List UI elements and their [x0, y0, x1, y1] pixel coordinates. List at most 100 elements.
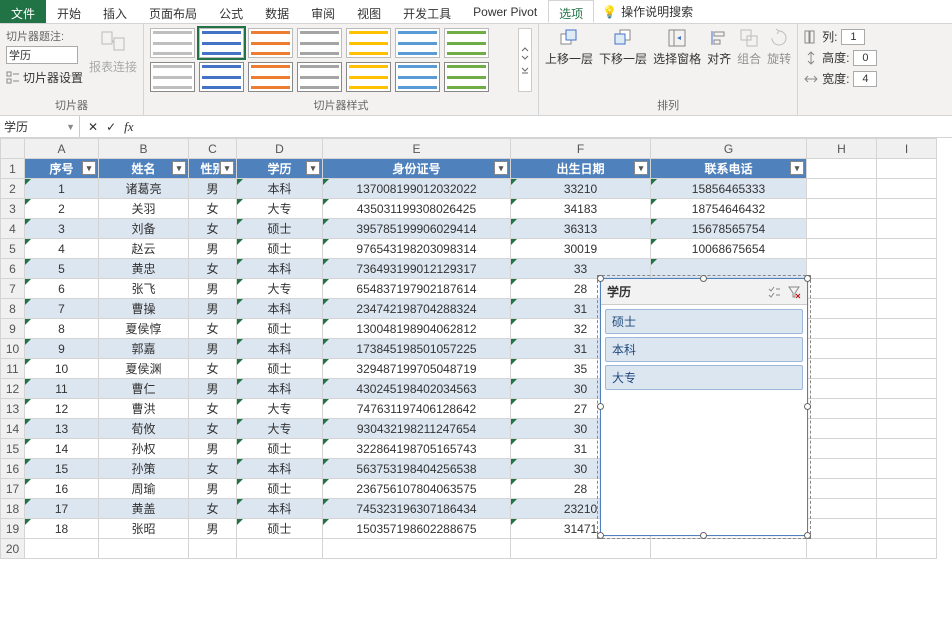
cell[interactable]: 13 — [25, 419, 99, 439]
cell[interactable] — [877, 459, 937, 479]
resize-handle[interactable] — [597, 275, 604, 282]
cell[interactable]: 654837197902187614 — [323, 279, 511, 299]
table-header[interactable]: 性别▾ — [189, 159, 237, 179]
cell[interactable] — [807, 299, 877, 319]
tab-file[interactable]: 文件 — [0, 0, 46, 23]
bring-forward[interactable]: 上移一层 — [545, 28, 593, 67]
cell[interactable] — [877, 439, 937, 459]
row-header[interactable]: 18 — [1, 499, 25, 519]
cell[interactable]: 夏侯渊 — [99, 359, 189, 379]
cell[interactable]: 7 — [25, 299, 99, 319]
col-header[interactable]: I — [877, 139, 937, 159]
cell[interactable] — [807, 339, 877, 359]
cell[interactable] — [807, 199, 877, 219]
cell[interactable]: 本科 — [237, 379, 323, 399]
cell[interactable]: 236756107804063575 — [323, 479, 511, 499]
cell[interactable]: 137008199012032022 — [323, 179, 511, 199]
formula-input[interactable] — [142, 116, 952, 137]
cell[interactable]: 322864198705165743 — [323, 439, 511, 459]
table-header[interactable]: 出生日期▾ — [511, 159, 651, 179]
cell[interactable]: 孙策 — [99, 459, 189, 479]
cell[interactable] — [877, 399, 937, 419]
cell[interactable] — [323, 539, 511, 559]
slicer-item[interactable]: 大专 — [605, 365, 803, 390]
cell[interactable]: 荀攸 — [99, 419, 189, 439]
cell[interactable] — [807, 539, 877, 559]
slicer-style[interactable] — [297, 28, 342, 58]
resize-handle[interactable] — [597, 403, 604, 410]
send-backward[interactable]: 下移一层 — [599, 28, 647, 67]
cell[interactable]: 3 — [25, 219, 99, 239]
row-header[interactable]: 8 — [1, 299, 25, 319]
cell[interactable]: 6 — [25, 279, 99, 299]
cell[interactable]: 张昭 — [99, 519, 189, 539]
cell[interactable]: 男 — [189, 479, 237, 499]
slicer-style[interactable] — [346, 62, 391, 92]
cell[interactable]: 130048198904062812 — [323, 319, 511, 339]
cell[interactable]: 33 — [511, 259, 651, 279]
slicer-style[interactable] — [395, 62, 440, 92]
cell[interactable] — [877, 499, 937, 519]
cell[interactable]: 329487199705048719 — [323, 359, 511, 379]
cell[interactable]: 女 — [189, 199, 237, 219]
row-header[interactable]: 13 — [1, 399, 25, 419]
col-header[interactable]: F — [511, 139, 651, 159]
cell[interactable] — [25, 539, 99, 559]
menu-tab[interactable]: 视图 — [346, 0, 392, 23]
cell[interactable]: 关羽 — [99, 199, 189, 219]
cell[interactable] — [807, 319, 877, 339]
filter-icon[interactable]: ▾ — [172, 161, 186, 175]
enter-icon[interactable]: ✓ — [106, 120, 116, 134]
row-header[interactable]: 16 — [1, 459, 25, 479]
row-header[interactable]: 3 — [1, 199, 25, 219]
cell[interactable]: 男 — [189, 379, 237, 399]
cell[interactable]: 男 — [189, 439, 237, 459]
cell[interactable]: 黄忠 — [99, 259, 189, 279]
cell[interactable]: 30019 — [511, 239, 651, 259]
cell[interactable]: 16 — [25, 479, 99, 499]
cell[interactable]: 女 — [189, 499, 237, 519]
cell[interactable]: 男 — [189, 239, 237, 259]
cell[interactable]: 4 — [25, 239, 99, 259]
cell[interactable]: 孙权 — [99, 439, 189, 459]
cell[interactable] — [807, 499, 877, 519]
row-header[interactable]: 14 — [1, 419, 25, 439]
cell[interactable]: 本科 — [237, 179, 323, 199]
cell[interactable]: 女 — [189, 319, 237, 339]
slicer-height[interactable]: 高度: — [804, 49, 877, 66]
resize-handle[interactable] — [804, 532, 811, 539]
cell[interactable] — [877, 259, 937, 279]
cell[interactable]: 430245198402034563 — [323, 379, 511, 399]
slicer-style[interactable] — [395, 28, 440, 58]
slicer-columns[interactable]: 列: — [804, 28, 877, 45]
cell[interactable]: 10068675654 — [651, 239, 807, 259]
cell[interactable] — [807, 439, 877, 459]
cell[interactable]: 张飞 — [99, 279, 189, 299]
cell[interactable]: 14 — [25, 439, 99, 459]
row-header[interactable]: 1 — [1, 159, 25, 179]
slicer-caption-input[interactable] — [6, 46, 78, 64]
cell[interactable]: 34183 — [511, 199, 651, 219]
row-header[interactable]: 4 — [1, 219, 25, 239]
slicer-width[interactable]: 宽度: — [804, 70, 877, 87]
cell[interactable]: 硕士 — [237, 519, 323, 539]
cell[interactable] — [807, 219, 877, 239]
cell[interactable]: 女 — [189, 359, 237, 379]
cell[interactable] — [189, 539, 237, 559]
cell[interactable]: 15 — [25, 459, 99, 479]
menu-tab[interactable]: 数据 — [254, 0, 300, 23]
resize-handle[interactable] — [597, 532, 604, 539]
menu-tab[interactable]: Power Pivot — [462, 0, 548, 23]
cell[interactable] — [807, 239, 877, 259]
cell[interactable]: 395785199906029414 — [323, 219, 511, 239]
cell[interactable] — [807, 419, 877, 439]
row-header[interactable]: 5 — [1, 239, 25, 259]
cell[interactable]: 硕士 — [237, 239, 323, 259]
cell[interactable]: 曹仁 — [99, 379, 189, 399]
cell[interactable] — [877, 299, 937, 319]
select-all[interactable] — [1, 139, 25, 159]
menu-tab[interactable]: 页面布局 — [138, 0, 208, 23]
cell[interactable]: 18 — [25, 519, 99, 539]
slicer-education[interactable]: 学历 硕士本科大专 — [600, 278, 808, 536]
cell[interactable]: 男 — [189, 519, 237, 539]
